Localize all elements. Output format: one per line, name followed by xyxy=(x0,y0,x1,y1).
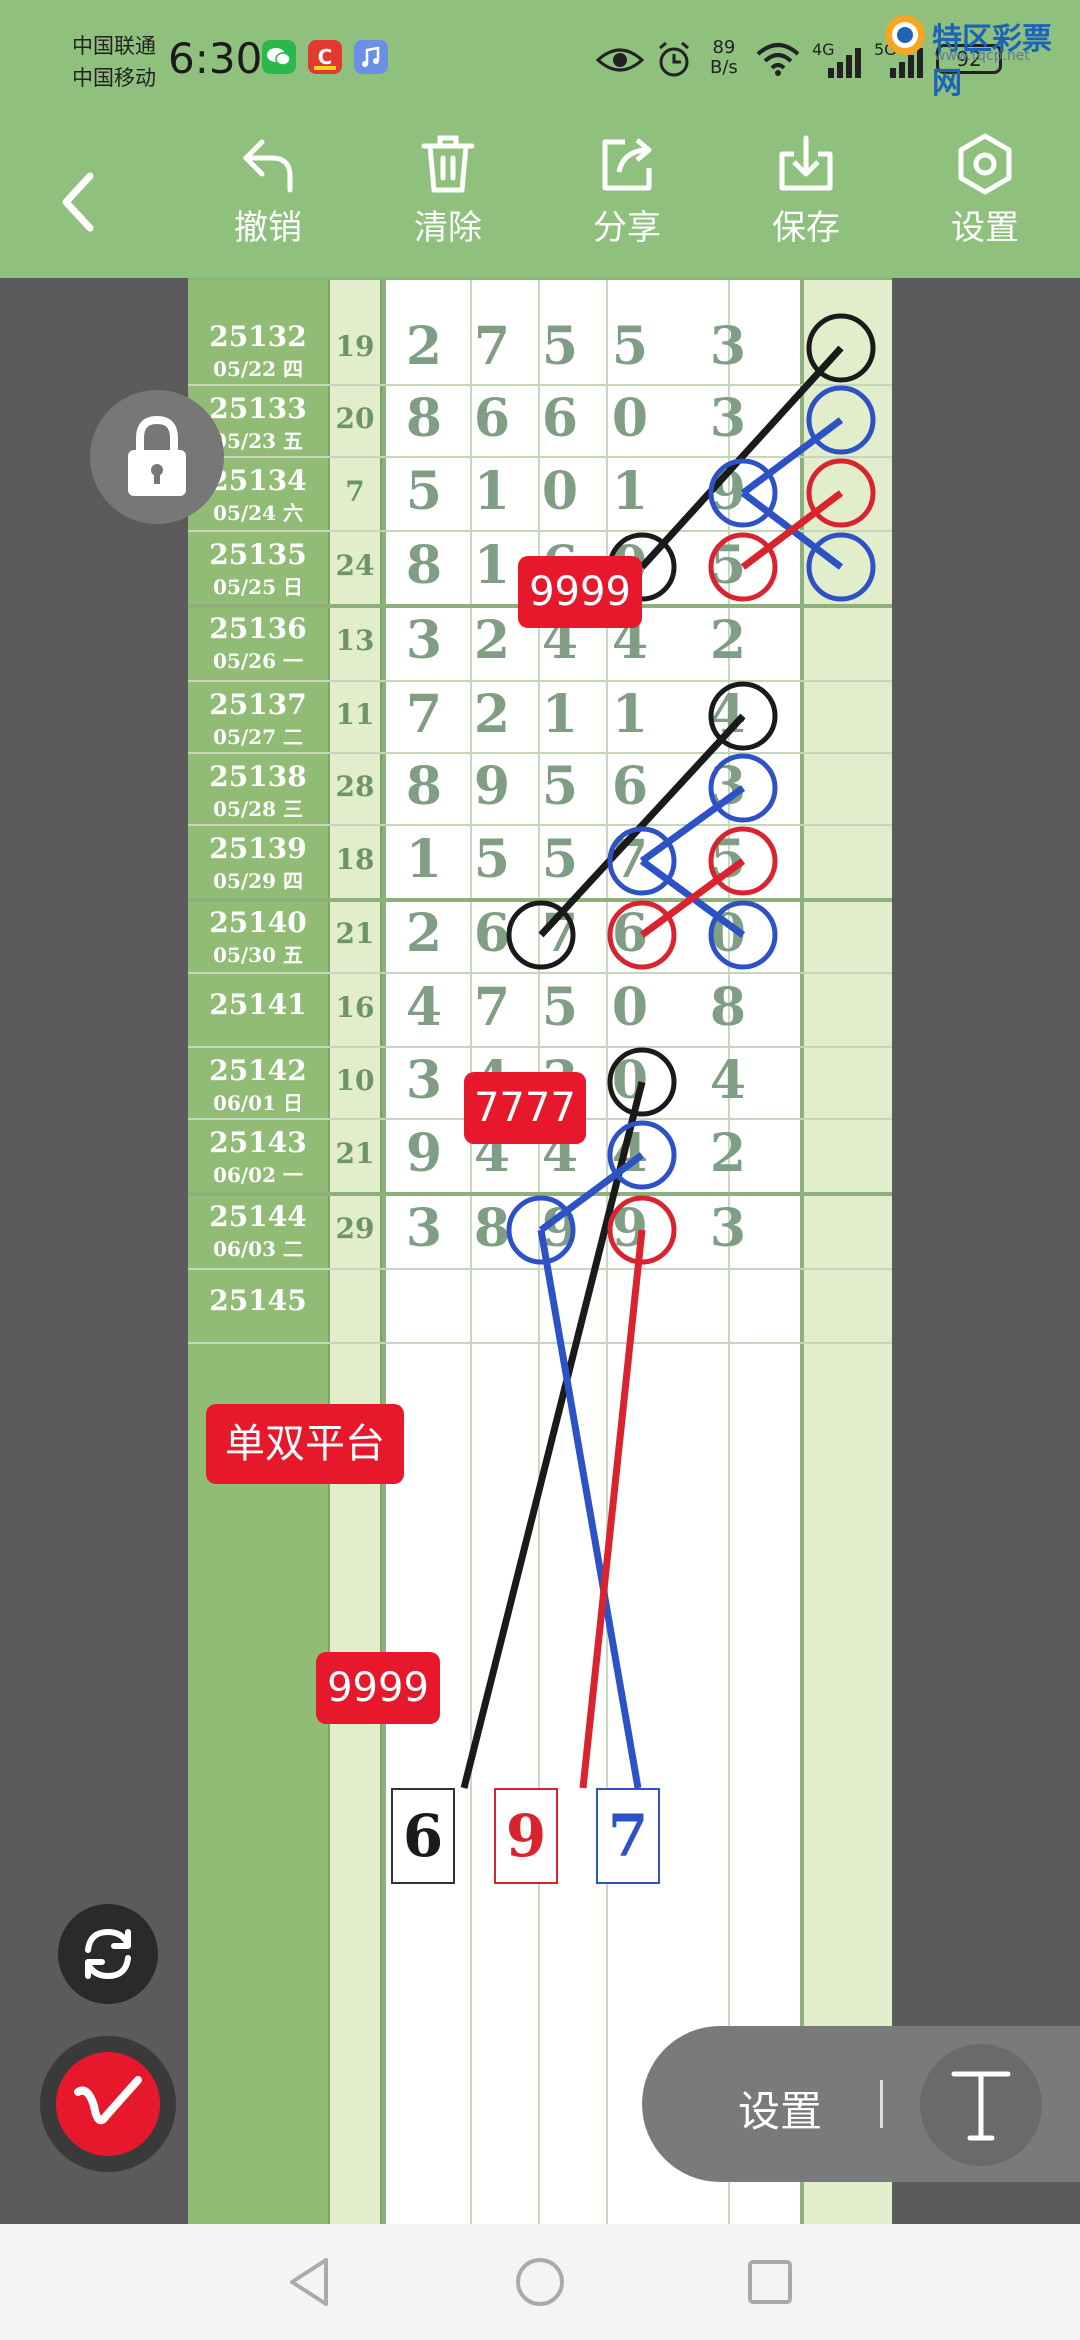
save-button[interactable]: 保存 xyxy=(751,132,861,272)
drawn-line-black xyxy=(460,1081,646,1789)
float-divider xyxy=(880,2080,883,2128)
watermark-logo: 特区彩票网 www.tqcp.net xyxy=(876,4,1080,101)
badge-9999-bottom: 9999 xyxy=(316,1652,440,1724)
prediction-black-box[interactable]: 6 xyxy=(391,1788,455,1884)
nav-recents-icon[interactable] xyxy=(744,2254,796,2310)
app-logo-button[interactable] xyxy=(40,2036,176,2172)
net-speed-unit: B/s xyxy=(710,57,738,78)
svg-text:C: C xyxy=(318,45,333,69)
rotate-icon xyxy=(85,1928,131,1980)
back-button[interactable] xyxy=(50,162,110,242)
toolbar: 撤销 清除 分享 保存 设置 xyxy=(0,122,1080,278)
badge-9999-top: 9999 xyxy=(518,556,642,628)
drawn-line-blue xyxy=(538,1152,645,1233)
alarm-icon xyxy=(659,41,689,77)
lock-button[interactable] xyxy=(90,390,224,524)
net-speed-value: 89 xyxy=(712,37,736,58)
floating-tool-panel: 设置 xyxy=(642,2026,1080,2182)
carrier-2: 中国移动 xyxy=(72,66,156,90)
watermark-swirl-icon xyxy=(885,15,925,55)
settings-button[interactable]: 设置 xyxy=(930,132,1040,272)
system-nav-bar xyxy=(0,2224,1080,2340)
text-tool-button[interactable] xyxy=(920,2044,1042,2166)
wifi-icon xyxy=(756,43,800,76)
nav-back-icon[interactable] xyxy=(284,2254,336,2310)
status-bar: 中国联通 中国移动 6:30 C 89 B/s 4G 5G 92 特区彩票网 ww… xyxy=(0,0,1080,122)
undo-label: 撤销 xyxy=(234,208,302,248)
rotate-button[interactable] xyxy=(58,1904,158,2004)
share-button[interactable]: 分享 xyxy=(572,132,682,272)
float-settings-button[interactable]: 设置 xyxy=(738,2078,822,2139)
signal-icon-1 xyxy=(828,48,861,78)
nav-home-icon[interactable] xyxy=(512,2254,568,2310)
net-speed: 89 B/s xyxy=(710,38,738,78)
settings-label: 设置 xyxy=(951,208,1019,248)
badge-single-double-platform: 单双平台 xyxy=(206,1404,404,1484)
undo-icon xyxy=(243,139,293,193)
clear-button[interactable]: 清除 xyxy=(393,132,503,272)
share-icon xyxy=(602,138,652,191)
red-v-logo-icon xyxy=(56,2052,160,2156)
carrier-1: 中国联通 xyxy=(72,34,156,58)
badge-7777: 7777 xyxy=(464,1072,586,1144)
music-icon xyxy=(354,40,388,74)
clock: 6:30 xyxy=(168,34,263,83)
watermark-url: www.tqcp.net xyxy=(934,48,1030,64)
back-arrow-icon xyxy=(62,172,94,232)
drawn-line-blue xyxy=(740,417,844,496)
lock-icon xyxy=(128,415,186,496)
undo-button[interactable]: 撤销 xyxy=(213,132,323,272)
share-label: 分享 xyxy=(593,208,661,248)
eye-icon xyxy=(596,48,644,72)
save-label: 保存 xyxy=(772,208,840,248)
prediction-blue-box[interactable]: 7 xyxy=(596,1788,660,1884)
clear-label: 清除 xyxy=(414,208,482,248)
wechat-icon xyxy=(262,40,296,74)
app-c-icon: C xyxy=(308,40,342,74)
trash-icon xyxy=(421,135,475,193)
drawn-line-blue xyxy=(639,785,746,864)
download-icon xyxy=(779,135,833,191)
prediction-red-box[interactable]: 9 xyxy=(494,1788,558,1884)
hexagon-settings-icon xyxy=(958,133,1012,195)
text-t-icon xyxy=(951,2071,1011,2141)
